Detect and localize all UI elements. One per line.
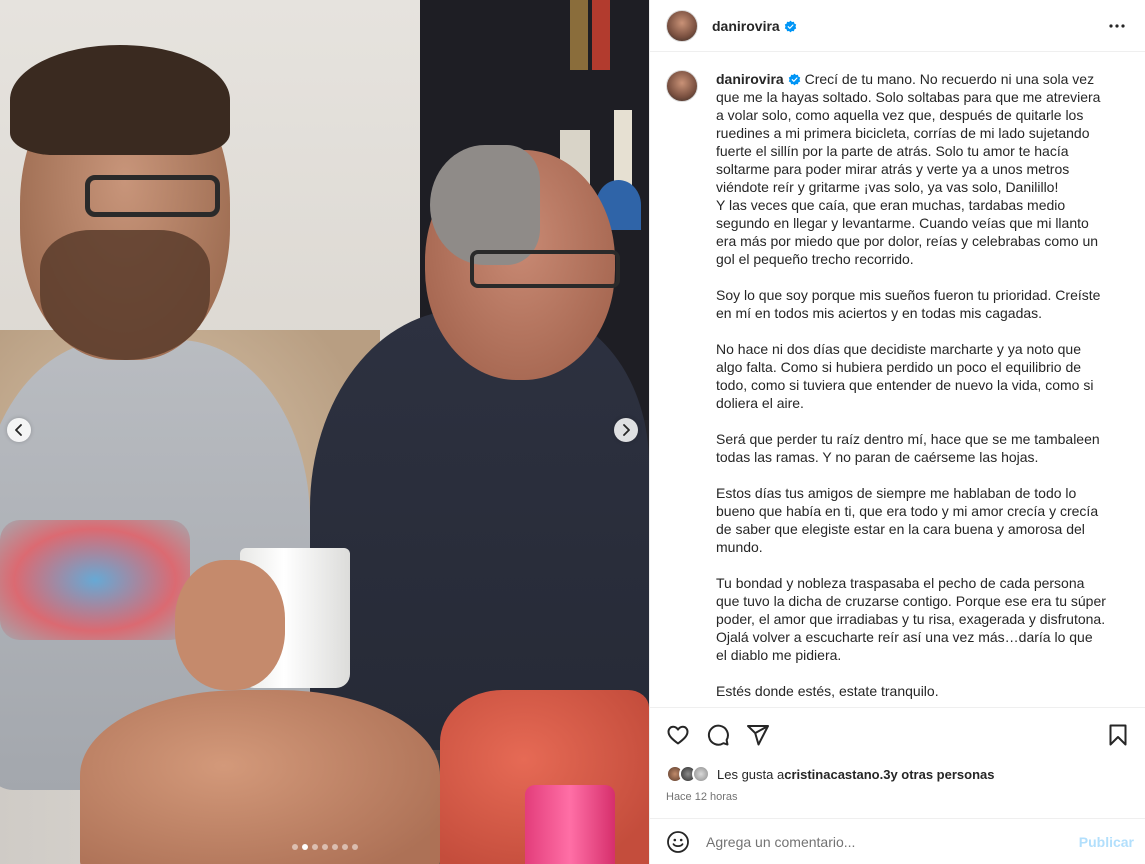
avatar[interactable] bbox=[692, 765, 710, 783]
publish-button[interactable]: Publicar bbox=[1079, 834, 1134, 850]
caption-text: danirovira Crecí de tu mano. No recuerdo… bbox=[716, 70, 1106, 707]
carousel-dot bbox=[341, 844, 348, 850]
photo-man2-body bbox=[310, 310, 649, 750]
carousel-dot bbox=[311, 844, 318, 850]
likes-others-link[interactable]: y otras personas bbox=[890, 767, 994, 782]
carousel-dot bbox=[301, 844, 308, 850]
carousel-dot bbox=[331, 844, 338, 850]
comment-icon[interactable] bbox=[706, 723, 730, 747]
verified-badge-icon bbox=[784, 20, 796, 32]
carousel-dot bbox=[321, 844, 328, 850]
photo-hoodie-print bbox=[0, 520, 190, 640]
avatar[interactable] bbox=[666, 70, 698, 102]
header-username[interactable]: danirovira bbox=[712, 18, 797, 34]
post-photo[interactable] bbox=[0, 0, 649, 864]
post-actions: Les gusta a cristinacastano.3 y otras pe… bbox=[650, 707, 1145, 803]
comment-input[interactable] bbox=[706, 833, 1079, 850]
carousel-prev-button[interactable] bbox=[7, 418, 31, 442]
caption-username[interactable]: danirovira bbox=[716, 71, 801, 87]
comment-box: Publicar bbox=[650, 818, 1145, 864]
carousel-dot bbox=[291, 844, 298, 850]
likes-user-link[interactable]: cristinacastano.3 bbox=[784, 767, 890, 782]
like-avatars bbox=[666, 765, 710, 783]
caption-body: Crecí de tu mano. No recuerdo ni una sol… bbox=[716, 71, 1106, 699]
post-timestamp[interactable]: Hace 12 horas bbox=[666, 791, 1130, 803]
photo-man1-leg bbox=[80, 690, 440, 864]
caption-username-text[interactable]: danirovira bbox=[716, 71, 784, 87]
likes-summary: Les gusta a cristinacastano.3 y otras pe… bbox=[666, 765, 1130, 783]
photo-book bbox=[570, 0, 588, 70]
carousel-next-button[interactable] bbox=[614, 418, 638, 442]
photo-hand bbox=[175, 560, 285, 690]
share-icon[interactable] bbox=[746, 723, 770, 747]
photo-man1-glasses bbox=[85, 175, 220, 217]
action-icons-row bbox=[666, 722, 1130, 748]
photo-man2-glasses bbox=[470, 250, 620, 288]
header-username-text[interactable]: danirovira bbox=[712, 18, 780, 34]
avatar[interactable] bbox=[666, 9, 698, 42]
heart-icon[interactable] bbox=[666, 723, 690, 747]
photo-man1-hair bbox=[10, 45, 230, 155]
chevron-left-icon bbox=[15, 424, 22, 436]
more-horizontal-icon bbox=[1109, 23, 1125, 28]
likes-prefix: Les gusta a bbox=[717, 766, 785, 782]
photo-book bbox=[592, 0, 610, 70]
chevron-right-icon bbox=[623, 424, 630, 436]
photo-man2-hair bbox=[430, 145, 540, 265]
photo-pink-candle bbox=[525, 785, 615, 864]
carousel-dot bbox=[351, 844, 358, 850]
emoji-icon[interactable] bbox=[666, 830, 690, 854]
photo-man1-beard bbox=[40, 230, 210, 360]
post-header: danirovira bbox=[650, 0, 1145, 52]
post-panel: danirovira danirovira Crecí de tu mano. … bbox=[649, 0, 1145, 864]
verified-badge-icon bbox=[788, 73, 800, 86]
post-caption: danirovira Crecí de tu mano. No recuerdo… bbox=[650, 52, 1145, 707]
carousel-indicator bbox=[0, 844, 649, 850]
more-options-button[interactable] bbox=[1105, 14, 1129, 38]
bookmark-icon[interactable] bbox=[1106, 723, 1130, 747]
